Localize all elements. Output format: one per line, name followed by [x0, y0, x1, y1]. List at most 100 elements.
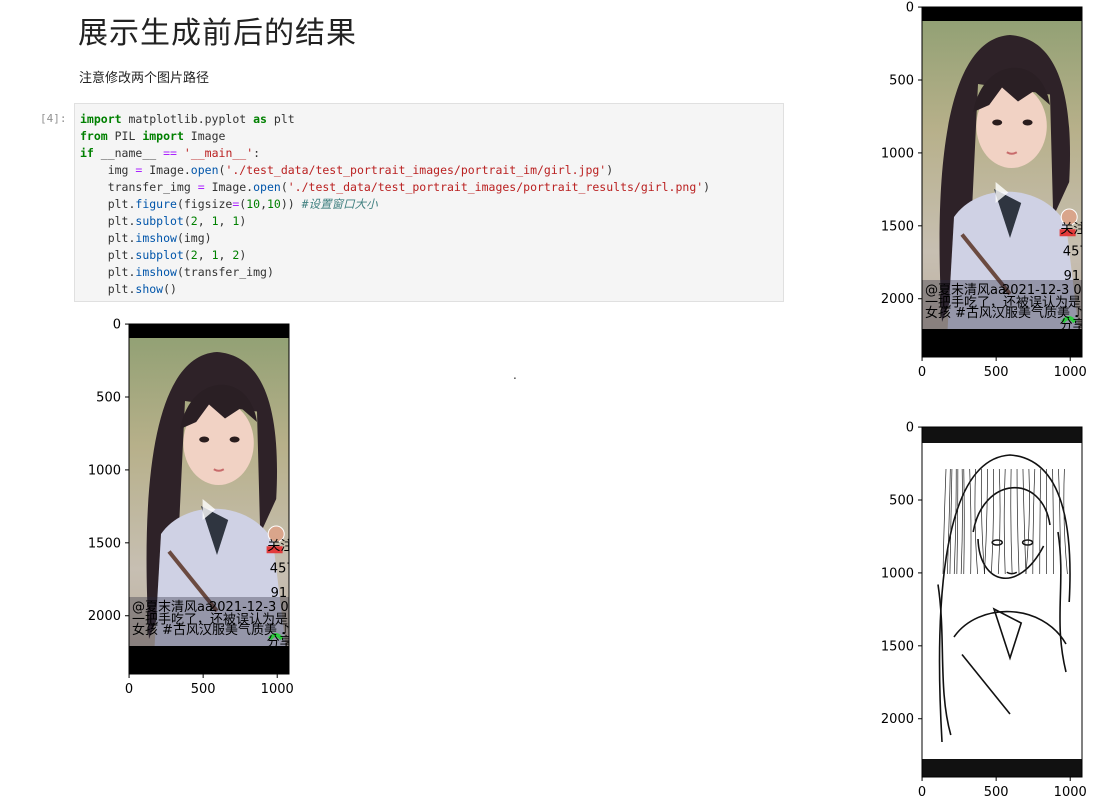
overlay-follow: 关注	[1060, 222, 1086, 237]
x-tick-label: 500	[191, 682, 216, 697]
code-token: #设置窗口大小	[301, 197, 378, 211]
code-token: (figsize	[176, 197, 233, 211]
code-token: plt	[266, 112, 295, 126]
code-token: open	[190, 163, 219, 177]
code-token: imshow	[135, 231, 177, 245]
markdown-note: 注意修改两个图片路径	[79, 71, 210, 86]
page-heading: 展示生成前后的结果	[78, 16, 357, 51]
code-line: from PIL import Image	[80, 128, 783, 145]
eye-right	[229, 436, 240, 443]
code-token: open	[253, 180, 281, 194]
code-token: ==	[163, 146, 177, 160]
code-token: (transfer_img)	[176, 265, 274, 279]
y-tick-label: 1000	[88, 463, 121, 478]
code-token: )	[606, 163, 614, 177]
code-token: matplotlib.pyplot	[121, 112, 254, 126]
y-tick-label: 1500	[881, 639, 914, 654]
code-token: ,	[218, 248, 233, 262]
code-token: img	[80, 163, 136, 177]
y-tick-label: 0	[906, 1, 914, 16]
code-token: ))	[280, 197, 302, 211]
code-token: import	[142, 129, 184, 143]
overlay-comments: 91	[271, 586, 288, 601]
code-token: (	[183, 248, 191, 262]
overlay-likes: 457	[1063, 245, 1088, 260]
cell-prompt: [4]:	[40, 112, 67, 125]
code-token: if	[80, 146, 94, 160]
code-token: ,	[218, 214, 233, 228]
code-token: plt.	[80, 282, 136, 296]
eye-left	[992, 119, 1003, 126]
code-token: plt.	[80, 231, 136, 245]
y-tick-label: 500	[889, 73, 914, 88]
code-token: Image.	[142, 163, 191, 177]
code-token: ()	[163, 282, 177, 296]
code-token: Image.	[204, 180, 254, 194]
y-tick-label: 1500	[88, 536, 121, 551]
code-token: transfer_img	[80, 180, 198, 194]
code-token: )	[239, 214, 247, 228]
code-line: plt.show()	[80, 281, 783, 298]
code-token: plt.	[80, 248, 136, 262]
code-token: Image	[183, 129, 226, 143]
overlay-comment-prompt: 写评论...	[139, 651, 190, 666]
code-line: plt.figure(figsize=(10,10)) #设置窗口大小	[80, 196, 783, 213]
y-tick-label: 500	[889, 493, 914, 508]
code-line: plt.imshow(img)	[80, 230, 783, 247]
image-background	[922, 427, 1082, 777]
code-token: 2	[190, 214, 198, 228]
code-editor[interactable]: import matplotlib.pyplot as plt from PIL …	[75, 104, 783, 298]
code-token: ,	[197, 214, 212, 228]
eye-left	[199, 436, 210, 443]
sketch-image	[922, 427, 1082, 777]
y-tick-label: 1000	[881, 146, 914, 161]
code-line: img = Image.open('./test_data/test_portr…	[80, 162, 783, 179]
code-token: :	[253, 146, 261, 160]
y-tick-label: 500	[96, 390, 121, 405]
stray-output: .	[513, 368, 517, 382]
code-token: ,	[260, 197, 267, 211]
code-token: 1	[211, 214, 219, 228]
code-token: PIL	[107, 129, 143, 143]
code-line: plt.subplot(2, 1, 1)	[80, 213, 783, 230]
eye-right	[1022, 119, 1033, 126]
y-tick-label: 0	[113, 318, 121, 333]
code-line: transfer_img = Image.open('./test_data/t…	[80, 179, 783, 196]
portrait-image: @夏末清风aa2021-12-3 08:21一把手吃了，还被误认为是高中生#甜美…	[922, 7, 1088, 357]
code-token: __name__	[93, 146, 164, 160]
code-token: 1	[211, 248, 219, 262]
code-token: 10	[246, 197, 261, 211]
code-token: (img)	[176, 231, 212, 245]
x-tick-label: 0	[918, 785, 926, 800]
plot-top-right-photo: @夏末清风aa2021-12-3 08:21一把手吃了，还被误认为是高中生#甜美…	[853, 0, 1112, 385]
overlay-caption: 女孩 #古风汉服美气质美 ♪ 视频原声	[132, 622, 346, 638]
code-line: plt.imshow(transfer_img)	[80, 264, 783, 281]
overlay-likes: 457	[270, 562, 295, 577]
code-token: (	[280, 180, 288, 194]
code-line: if __name__ == '__main__':	[80, 145, 783, 162]
phone-status-bar	[922, 7, 1082, 21]
x-tick-label: 0	[125, 682, 133, 697]
x-tick-label: 500	[984, 785, 1009, 800]
y-tick-label: 2000	[881, 292, 914, 307]
code-token: as	[253, 112, 267, 126]
plot-left-photo: @夏末清风aa 2021-12-3 08:21 一把手吃了，还被误认为是高中生#甜美…	[60, 316, 320, 706]
code-token: plt.	[80, 265, 136, 279]
sketch-status-bar	[922, 427, 1082, 443]
y-tick-label: 1000	[881, 566, 914, 581]
image-axes: @夏末清风aa2021-12-3 08:21一把手吃了，还被误认为是高中生#甜美…	[881, 1, 1088, 380]
y-tick-label: 2000	[881, 712, 914, 727]
code-token: show	[135, 282, 164, 296]
code-token: 2	[190, 248, 198, 262]
plot-bottom-right-sketch: 0 500 1000 1500 2000 0 500 1000	[853, 420, 1112, 808]
code-cell[interactable]: import matplotlib.pyplot as plt from PIL …	[74, 103, 784, 302]
code-token: plt.	[80, 214, 136, 228]
code-token: figure	[135, 197, 177, 211]
code-token: plt.	[80, 197, 136, 211]
code-token: imshow	[135, 265, 177, 279]
code-token: =	[197, 180, 205, 194]
x-tick-label: 1000	[261, 682, 294, 697]
overlay-comments: 91	[1064, 269, 1081, 284]
image-axes: @夏末清风aa2021-12-3 08:21一把手吃了，还被误认为是高中生#甜美…	[88, 318, 295, 697]
